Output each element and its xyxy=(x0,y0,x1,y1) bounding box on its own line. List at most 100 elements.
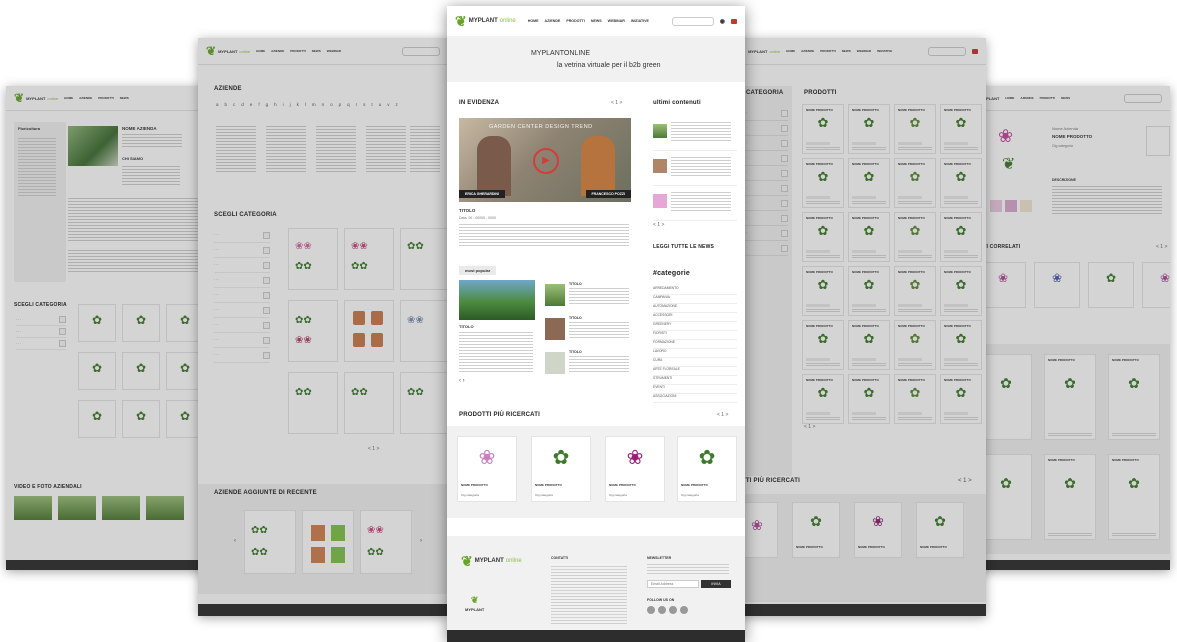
letter-link[interactable]: e xyxy=(250,102,253,107)
category-row[interactable]: · · · xyxy=(214,348,270,363)
company-card[interactable] xyxy=(344,300,394,362)
nav-home[interactable]: HOME xyxy=(256,49,265,53)
popular-item[interactable]: TITOLO xyxy=(545,348,631,382)
product-card[interactable]: ❀ NOME PRODOTTO Ctg categoria xyxy=(457,436,517,502)
product-card[interactable]: NOME PRODOTTO ✿ xyxy=(894,266,936,316)
category-row[interactable]: · · · xyxy=(214,318,270,333)
popular-item[interactable]: TITOLO xyxy=(545,314,631,348)
category-link[interactable]: ARTE FLOREALE xyxy=(653,367,737,376)
product-card[interactable]: ✿ xyxy=(78,304,116,342)
search-input[interactable] xyxy=(1124,93,1162,103)
category-row[interactable]: · · · xyxy=(214,288,270,303)
company-card[interactable]: ✿✿ xyxy=(344,372,394,434)
category-row[interactable]: · · · xyxy=(16,338,66,350)
nav-news[interactable]: NEWS xyxy=(842,49,851,53)
company-card[interactable]: ✿✿ xyxy=(288,372,338,434)
related-card[interactable]: ❀ xyxy=(1142,262,1170,308)
recent-company-card[interactable] xyxy=(302,510,354,574)
product-card[interactable]: NOME PRODOTTO ✿ xyxy=(894,158,936,208)
nav-aziende[interactable]: AZIENDE xyxy=(79,96,92,100)
chevron-left-icon[interactable]: ‹ xyxy=(234,538,236,544)
category-row[interactable]: · · · xyxy=(742,106,788,121)
nav-aziende[interactable]: AZIENDE xyxy=(545,19,561,23)
product-card[interactable]: NOME PRODOTTO ✿ xyxy=(940,212,982,262)
product-card[interactable]: NOME PRODOTTO ✿ xyxy=(1044,454,1096,540)
category-link[interactable]: ARREDAMENTO xyxy=(653,286,737,295)
brand-logo[interactable]: ❦MYPLANTonline xyxy=(455,14,516,28)
nav-home[interactable]: HOME xyxy=(786,49,795,53)
youtube-icon[interactable] xyxy=(680,606,688,614)
product-card[interactable]: NOME PRODOTTO ✿ xyxy=(848,320,890,370)
category-link[interactable]: GREENERY xyxy=(653,322,737,331)
category-row[interactable]: · · · xyxy=(214,273,270,288)
nav-iniziative[interactable]: INIZIATIVE xyxy=(631,19,649,23)
category-link[interactable]: CAMPANIA xyxy=(653,295,737,304)
nav-prodotti[interactable]: PRODOTTI xyxy=(820,49,836,53)
ultimi-pager[interactable]: < 1 > xyxy=(653,222,664,228)
video-thumbnail[interactable] xyxy=(14,496,52,520)
footer-logo[interactable]: ❦ MYPLANT online xyxy=(461,554,522,568)
product-card[interactable]: NOME PRODOTTO ✿ xyxy=(848,104,890,154)
leggi-news-link[interactable]: LEGGI TUTTE LE NEWS xyxy=(653,244,714,250)
product-card[interactable]: NOME PRODOTTO ✿ xyxy=(802,374,844,424)
letter-link[interactable]: h xyxy=(274,102,277,107)
product-card[interactable]: NOME PRODOTTO ✿ xyxy=(894,320,936,370)
letter-link[interactable]: a xyxy=(216,102,219,107)
product-card[interactable]: NOME PRODOTTO ✿ xyxy=(802,104,844,154)
nav-prodotti[interactable]: PRODOTTI xyxy=(290,49,306,53)
product-card[interactable]: NOME PRODOTTO ✿ xyxy=(940,158,982,208)
category-link[interactable]: EVENTI xyxy=(653,385,737,394)
nav-prodotti[interactable]: PRODOTTI xyxy=(1040,96,1056,100)
nav-news[interactable]: NEWS xyxy=(1061,96,1070,100)
search-input[interactable] xyxy=(671,16,714,26)
product-card[interactable]: ✿ xyxy=(122,304,160,342)
products-pager[interactable]: < 1 > xyxy=(804,424,815,430)
brand-logo[interactable]: ❦MYPLANTonline xyxy=(14,92,58,104)
nav-aziende[interactable]: AZIENDE xyxy=(801,49,814,53)
video-thumbnail[interactable] xyxy=(102,496,140,520)
nav-home[interactable]: HOME xyxy=(64,96,73,100)
most-popular-tab[interactable]: most popular xyxy=(459,266,497,275)
category-link[interactable]: ASSOCIAZIONI xyxy=(653,394,737,403)
facebook-icon[interactable] xyxy=(647,606,655,614)
letter-link[interactable]: o xyxy=(330,102,333,107)
product-card[interactable]: ✿ xyxy=(122,352,160,390)
related-card[interactable]: ❀ xyxy=(1034,262,1080,308)
letter-link[interactable]: p xyxy=(339,102,342,107)
product-card[interactable]: ✿ NOME PRODOTTO Ctg categoria xyxy=(677,436,737,502)
product-card[interactable]: NOME PRODOTTO ✿ xyxy=(940,374,982,424)
video-thumbnail[interactable] xyxy=(146,496,184,520)
product-card[interactable]: NOME PRODOTTO ✿ xyxy=(802,212,844,262)
nav-prodotti[interactable]: PRODOTTI xyxy=(566,19,585,23)
company-card[interactable]: ✿✿ xyxy=(400,372,448,434)
letter-link[interactable]: g xyxy=(266,102,269,107)
product-card[interactable]: NOME PRODOTTO ✿ xyxy=(1108,354,1160,440)
nav-aziende[interactable]: AZIENDE xyxy=(271,49,284,53)
category-row[interactable]: · · · xyxy=(214,333,270,348)
product-card[interactable]: ✿ NOME PRODOTTO xyxy=(916,502,964,558)
category-row[interactable]: · · · xyxy=(742,196,788,211)
nav-webinar[interactable]: WEBINAR xyxy=(608,19,625,23)
user-icon[interactable]: ◉ xyxy=(720,18,725,25)
product-card[interactable]: ✿ xyxy=(980,454,1032,540)
letter-link[interactable]: v xyxy=(387,102,389,107)
newsletter-email-input[interactable] xyxy=(647,580,699,588)
product-card[interactable]: ✿ xyxy=(122,400,160,438)
product-card[interactable]: ✿ NOME PRODOTTO xyxy=(792,502,840,558)
category-row[interactable]: · · · xyxy=(214,303,270,318)
product-card[interactable]: NOME PRODOTTO ✿ xyxy=(802,266,844,316)
gallery-thumb[interactable] xyxy=(1020,200,1032,212)
category-link[interactable]: STRUMENTI xyxy=(653,376,737,385)
letter-link[interactable]: m xyxy=(312,102,316,107)
recent-company-card[interactable]: ❀❀ ✿✿ xyxy=(360,510,412,574)
play-icon[interactable]: ▶ xyxy=(533,148,559,174)
product-card[interactable]: ❀ NOME PRODOTTO xyxy=(854,502,902,558)
product-card[interactable]: ✿ xyxy=(78,352,116,390)
popular-item[interactable]: TITOLO xyxy=(545,280,631,314)
category-row[interactable]: · · · xyxy=(742,226,788,241)
product-card[interactable]: NOME PRODOTTO ✿ xyxy=(940,266,982,316)
letter-link[interactable]: l xyxy=(305,102,306,107)
letter-link[interactable]: b xyxy=(225,102,228,107)
aziende-pager[interactable]: < 1 > xyxy=(368,446,379,452)
category-link[interactable]: LAVORO xyxy=(653,349,737,358)
